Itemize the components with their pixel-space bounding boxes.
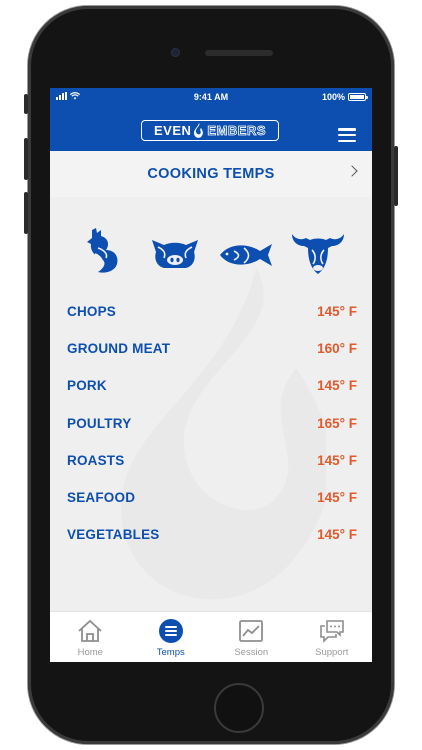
app-screen: 9:41 AM 100% EVEN EMBERS COOKING TEMPS C… bbox=[50, 88, 372, 662]
even-embers-logo: EVEN EMBERS bbox=[141, 120, 279, 141]
cooking-temps-list: CHOPS 145° F GROUND MEAT 160° F PORK 145° F PO… bbox=[67, 301, 357, 561]
battery-level bbox=[350, 95, 364, 99]
mute-switch bbox=[24, 94, 28, 114]
menu-line bbox=[338, 133, 356, 137]
pig-icon[interactable] bbox=[150, 238, 200, 270]
temp-row[interactable]: ROASTS 145° F bbox=[67, 450, 357, 487]
tab-session-label: Session bbox=[234, 647, 269, 658]
tab-home-label: Home bbox=[77, 647, 103, 658]
front-camera bbox=[171, 48, 180, 57]
temp-name: PORK bbox=[67, 378, 107, 394]
hamburger-menu-button[interactable] bbox=[338, 128, 356, 142]
fish-icon[interactable] bbox=[218, 242, 274, 268]
temp-row[interactable]: SEAFOOD 145° F bbox=[67, 487, 357, 524]
bottom-tab-bar: Home Temps Session Support bbox=[50, 611, 372, 662]
temp-name: VEGETABLES bbox=[67, 527, 160, 543]
tab-temps-label: Temps bbox=[156, 647, 185, 658]
temp-value: 160° F bbox=[317, 341, 357, 357]
chevron-right-icon[interactable] bbox=[346, 165, 358, 177]
temp-name: ROASTS bbox=[67, 452, 125, 468]
temp-value: 145° F bbox=[317, 304, 357, 319]
tab-temps[interactable]: Temps bbox=[131, 612, 212, 662]
tab-home[interactable]: Home bbox=[50, 612, 131, 662]
temp-value: 145° F bbox=[317, 527, 357, 543]
animal-icons-row bbox=[50, 228, 372, 278]
chat-icon bbox=[319, 620, 344, 643]
tab-support[interactable]: Support bbox=[292, 612, 373, 662]
chicken-icon[interactable] bbox=[86, 228, 120, 274]
status-right: 100% bbox=[321, 92, 368, 102]
volume-up-button bbox=[24, 138, 28, 180]
temp-value: 145° F bbox=[317, 452, 357, 468]
temp-name: GROUND MEAT bbox=[67, 341, 171, 357]
temp-name: CHOPS bbox=[67, 304, 117, 319]
temp-value: 145° F bbox=[317, 378, 357, 394]
volume-down-button bbox=[24, 192, 28, 234]
list-icon bbox=[158, 619, 183, 643]
temp-value: 145° F bbox=[317, 489, 357, 505]
temp-row[interactable]: GROUND MEAT 160° F bbox=[67, 338, 357, 375]
temp-name: SEAFOOD bbox=[67, 489, 136, 505]
home-icon bbox=[78, 619, 102, 642]
menu-line bbox=[338, 128, 356, 131]
temp-name: POULTRY bbox=[67, 415, 132, 431]
temp-value: 165° F bbox=[317, 415, 357, 431]
temp-row[interactable]: VEGETABLES 145° F bbox=[67, 524, 357, 561]
temp-row[interactable]: PORK 145° F bbox=[67, 375, 357, 412]
status-bar: 9:41 AM 100% bbox=[50, 88, 372, 106]
chart-icon bbox=[239, 620, 264, 642]
earpiece-speaker bbox=[205, 50, 273, 56]
temp-row[interactable]: CHOPS 145° F bbox=[67, 301, 357, 338]
battery-icon bbox=[348, 93, 368, 101]
menu-line bbox=[338, 139, 356, 142]
temp-row[interactable]: POULTRY 165° F bbox=[67, 413, 357, 450]
power-button bbox=[394, 146, 398, 206]
tab-session[interactable]: Session bbox=[211, 612, 292, 662]
flame-icon bbox=[194, 122, 204, 138]
cow-icon[interactable] bbox=[290, 228, 346, 276]
logo-text-embers: EMBERS bbox=[207, 123, 267, 139]
app-header: EVEN EMBERS bbox=[50, 106, 372, 151]
tab-support-label: Support bbox=[315, 647, 349, 658]
cooking-temps-title-bar[interactable]: COOKING TEMPS bbox=[50, 151, 372, 197]
logo-text-even: EVEN bbox=[153, 123, 192, 138]
page-title: COOKING TEMPS bbox=[147, 166, 275, 182]
home-button[interactable] bbox=[214, 683, 264, 733]
battery-percent: 100% bbox=[321, 92, 345, 102]
